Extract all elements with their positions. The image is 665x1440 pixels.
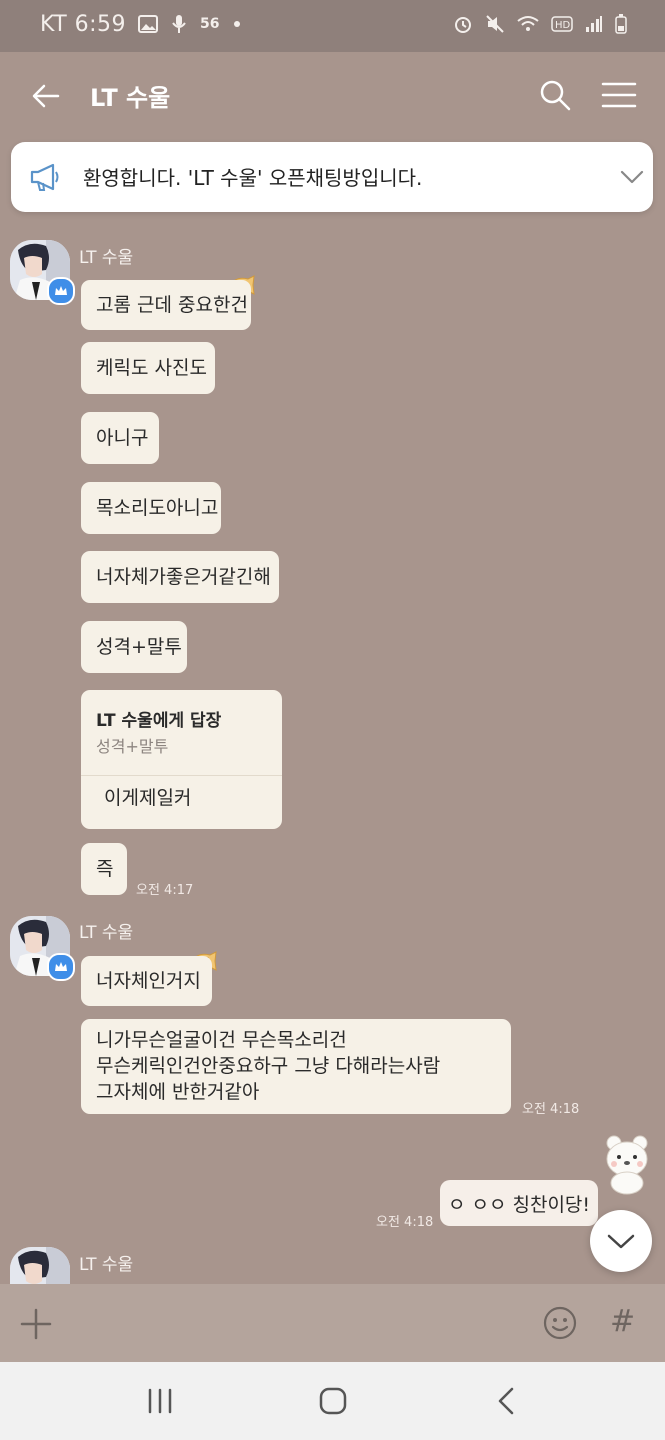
crown-badge-icon bbox=[47, 277, 75, 305]
message-line: 그자체에 반한거같아 bbox=[96, 1081, 260, 1103]
message-line: 무슨케릭인건안중요하구 그냥 다해라는사람 bbox=[96, 1055, 441, 1077]
sender-name: LT 수울 bbox=[79, 248, 134, 268]
message-bubble[interactable]: 니가무슨얼굴이건 무슨목소리건 무슨케릭인건안중요하구 그냥 다해라는사람 그자… bbox=[81, 1019, 511, 1114]
menu-icon[interactable] bbox=[600, 78, 638, 112]
hash-icon[interactable]: # bbox=[610, 1304, 635, 1339]
battery-icon bbox=[615, 14, 627, 34]
emoji-icon[interactable] bbox=[543, 1306, 577, 1340]
message-time: 오전 4:18 bbox=[522, 1102, 580, 1117]
reply-divider bbox=[81, 775, 282, 776]
message-bubble[interactable]: 성격+말투 bbox=[81, 621, 187, 673]
reply-text: 이게제일커 bbox=[104, 787, 192, 809]
search-icon[interactable] bbox=[538, 78, 572, 112]
recent-apps-icon[interactable] bbox=[146, 1388, 174, 1414]
notice-banner[interactable]: 환영합니다. 'LT 수울' 오픈채팅방입니다. bbox=[11, 142, 653, 212]
message-input-bar[interactable]: # bbox=[0, 1284, 665, 1362]
message-bubble[interactable]: 아니구 bbox=[81, 412, 159, 464]
back-arrow-icon[interactable] bbox=[28, 78, 64, 114]
bear-sticker-icon bbox=[606, 1135, 648, 1195]
message-bubble[interactable]: 목소리도아니고 bbox=[81, 482, 221, 534]
notice-text: 환영합니다. 'LT 수울' 오픈채팅방입니다. bbox=[83, 166, 423, 190]
chat-header: LT 수울 bbox=[0, 52, 665, 140]
status-bar: KT 6:59 56 HD bbox=[0, 0, 665, 52]
carrier-time: KT 6:59 bbox=[40, 12, 127, 37]
mute-icon bbox=[486, 15, 504, 33]
status-right-icons: HD bbox=[453, 14, 627, 34]
system-nav-bar bbox=[0, 1362, 665, 1440]
image-icon bbox=[138, 15, 158, 33]
avatar-image bbox=[10, 1247, 70, 1285]
megaphone-icon bbox=[30, 163, 59, 191]
message-bubble[interactable]: 즉 bbox=[81, 843, 127, 895]
svg-text:HD: HD bbox=[555, 20, 571, 31]
nav-back-icon[interactable] bbox=[494, 1386, 518, 1416]
avatar[interactable] bbox=[10, 1247, 70, 1285]
signal-icon bbox=[586, 16, 602, 32]
message-bubble[interactable]: 케릭도 사진도 bbox=[81, 342, 215, 394]
wifi-icon bbox=[517, 16, 539, 31]
reply-title: LT 수울에게 답장 bbox=[96, 711, 222, 731]
plus-icon[interactable] bbox=[20, 1308, 52, 1340]
network-icon: 56 bbox=[200, 16, 220, 32]
sender-name: LT 수울 bbox=[79, 1255, 134, 1275]
sender-name: LT 수울 bbox=[79, 923, 134, 943]
crown-badge-icon bbox=[47, 953, 75, 981]
alarm-icon bbox=[455, 17, 471, 33]
message-bubble[interactable]: 너자체가좋은거같긴해 bbox=[81, 551, 279, 603]
hd-icon: HD bbox=[551, 16, 573, 32]
status-left-icons: 56 bbox=[138, 14, 241, 34]
reply-message[interactable]: LT 수울에게 답장 성격+말투 이게제일커 bbox=[81, 690, 282, 829]
my-message-bubble[interactable]: ㅇ ㅇㅇ 칭찬이당! bbox=[440, 1180, 598, 1226]
chevron-down-icon[interactable] bbox=[619, 166, 645, 188]
mic-icon bbox=[172, 15, 186, 33]
scroll-to-bottom-button[interactable] bbox=[590, 1210, 652, 1272]
message-line: 니가무슨얼굴이건 무슨목소리건 bbox=[96, 1029, 347, 1051]
home-icon[interactable] bbox=[318, 1386, 348, 1416]
dot-icon bbox=[234, 21, 241, 27]
message-time: 오전 4:17 bbox=[136, 883, 194, 898]
reply-quote: 성격+말투 bbox=[96, 737, 169, 756]
chevron-down-icon bbox=[607, 1234, 635, 1249]
message-bubble[interactable]: 고롬 근데 중요한건 bbox=[81, 280, 251, 330]
message-time: 오전 4:18 bbox=[376, 1215, 434, 1230]
room-title: LT 수울 bbox=[90, 84, 171, 112]
message-bubble[interactable]: 너자체인거지 bbox=[81, 956, 212, 1006]
